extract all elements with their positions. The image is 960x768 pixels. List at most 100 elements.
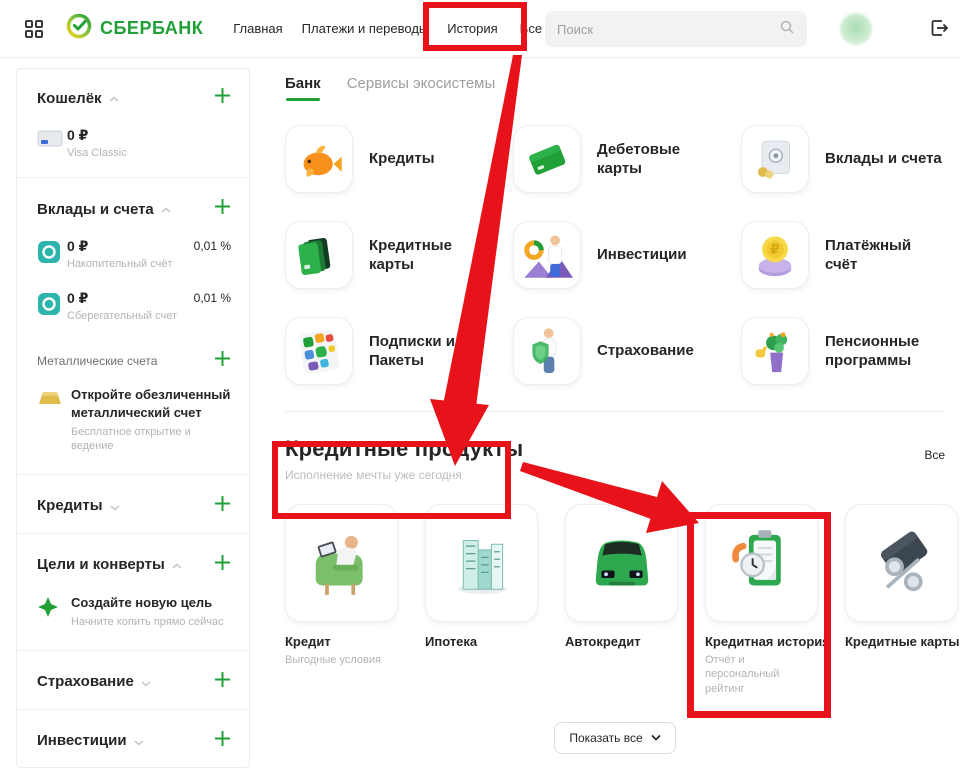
section-insurance-title: Страхование (37, 673, 134, 690)
add-deposit-button[interactable] (214, 198, 231, 220)
add-credit-button[interactable] (214, 495, 231, 517)
divider (17, 650, 249, 651)
section-deposits-title: Вклады и счета (37, 201, 154, 218)
shield-person-icon (513, 317, 581, 385)
account-rate: 0,01 % (194, 290, 231, 322)
section-wallet-title: Кошелёк (37, 90, 102, 107)
credit-history-icon (705, 504, 818, 622)
apps-grid-icon[interactable] (24, 19, 44, 39)
section-goals[interactable]: Цели и конверты (17, 536, 249, 590)
credit-tile-loan[interactable]: Кредит Выгодные условия (285, 504, 398, 696)
divider (17, 533, 249, 534)
new-goal-promo[interactable]: Создайте новую цель Начните копить прямо… (17, 590, 249, 648)
product-tile-debit-cards[interactable]: Дебетовые карты (513, 125, 741, 193)
metal-account-promo[interactable]: Откройте обезличенный металлический счет… (17, 382, 249, 472)
top-header: СБЕРБАНК Главная Платежи и переводы Исто… (0, 0, 960, 58)
product-label: Вклады и счета (825, 149, 942, 169)
product-tile-investments[interactable]: Инвестиции (513, 221, 741, 289)
account-item-sber[interactable]: 0 ₽ Сберегательный счет 0,01 % (17, 286, 249, 338)
credit-products-row: Кредит Выгодные условия Ипотека Автокред… (285, 504, 945, 696)
sberbank-logo[interactable]: СБЕРБАНК (66, 13, 203, 44)
buildings-icon (425, 504, 538, 622)
credit-tile-auto[interactable]: Автокредит (565, 504, 678, 696)
credit-tile-credit-cards[interactable]: Кредитные карты (845, 504, 958, 696)
add-metal-account-button[interactable] (214, 350, 231, 372)
dark-card-percent-icon (845, 504, 958, 622)
product-tile-deposits[interactable]: Вклады и счета (741, 125, 945, 193)
safe-icon (37, 238, 67, 270)
section-divider (285, 411, 945, 412)
credit-tile-label: Кредитные карты (845, 634, 958, 649)
product-label: Кредиты (369, 149, 435, 169)
metal-accounts-label: Металлические счета (37, 354, 157, 368)
add-wallet-button[interactable] (214, 87, 231, 109)
subscriptions-icon (285, 317, 353, 385)
credit-tile-sublabel: Отчёт и персональный рейтинг (705, 653, 818, 696)
nav-item-home[interactable]: Главная (233, 21, 282, 36)
credit-tile-label: Автокредит (565, 634, 678, 649)
sberbank-logo-mark-icon (66, 13, 92, 44)
user-avatar[interactable] (840, 13, 872, 45)
chevron-up-icon (172, 557, 182, 575)
section-investments[interactable]: Инвестиции (17, 712, 249, 766)
flowers-icon (741, 317, 809, 385)
credit-tile-label: Кредитная история (705, 634, 818, 649)
product-label: Кредитные карты (369, 236, 489, 275)
section-deposits[interactable]: Вклады и счета (17, 180, 249, 234)
product-tile-credit-cards[interactable]: Кредитные карты (285, 221, 513, 289)
section-investments-title: Инвестиции (37, 732, 127, 749)
bank-products-grid: Кредиты Дебетовые карты Вклады и счета К… (285, 125, 945, 385)
product-label: Пенсионные программы (825, 332, 945, 371)
section-wallet[interactable]: Кошелёк (17, 69, 249, 123)
product-label: Страхование (597, 341, 694, 361)
accounts-sidebar: Кошелёк 0 ₽ Visa Classic Вклады и счета … (16, 68, 250, 768)
goal-diamond-icon (37, 594, 71, 630)
product-tile-insurance[interactable]: Страхование (513, 317, 741, 385)
section-insurance[interactable]: Страхование (17, 653, 249, 707)
chevron-down-icon (110, 498, 120, 516)
section-credits[interactable]: Кредиты (17, 477, 249, 531)
loan-person-icon (285, 504, 398, 622)
brand-name: СБЕРБАНК (100, 18, 203, 39)
catalog-tabs: Банк Сервисы экосистемы (285, 62, 945, 101)
chevron-down-icon (134, 733, 144, 751)
search-input[interactable] (557, 22, 779, 37)
goal-promo-title: Создайте новую цель (71, 594, 224, 612)
svg-text:₽: ₽ (770, 242, 780, 258)
account-amount: 0 ₽ (67, 290, 177, 307)
credit-products-all-link[interactable]: Все (924, 448, 945, 462)
product-tile-pension[interactable]: Пенсионные программы (741, 317, 945, 385)
divider (17, 177, 249, 178)
product-tile-payment-account[interactable]: ₽ Платёжный счёт (741, 221, 945, 289)
product-label: Инвестиции (597, 245, 687, 265)
nav-item-payments[interactable]: Платежи и переводы (302, 21, 429, 36)
credit-tile-history[interactable]: Кредитная история Отчёт и персональный р… (705, 504, 818, 696)
goal-promo-subtitle: Начните копить прямо сейчас (71, 615, 224, 629)
credit-tile-sublabel: Выгодные условия (285, 653, 398, 667)
product-tile-subscriptions[interactable]: Подписки и Пакеты (285, 317, 513, 385)
wallet-card-item[interactable]: 0 ₽ Visa Classic (17, 123, 249, 175)
search-field (545, 11, 807, 47)
tab-bank[interactable]: Банк (285, 75, 321, 101)
credit-tile-label: Кредит (285, 634, 398, 649)
credit-products-subtitle: Исполнение мечты уже сегодня (285, 468, 523, 482)
metal-promo-subtitle: Бесплатное открытие и ведение (71, 425, 231, 454)
add-goal-button[interactable] (214, 554, 231, 576)
logout-button[interactable] (928, 17, 950, 39)
add-investment-button[interactable] (214, 730, 231, 752)
account-rate: 0,01 % (194, 238, 231, 270)
nav-item-history[interactable]: История (447, 21, 497, 36)
product-label: Подписки и Пакеты (369, 332, 489, 371)
product-label: Дебетовые карты (597, 140, 717, 179)
credit-tile-mortgage[interactable]: Ипотека (425, 504, 538, 696)
investments-icon (513, 221, 581, 289)
show-all-button[interactable]: Показать все (554, 722, 675, 754)
product-tile-credits[interactable]: Кредиты (285, 125, 513, 193)
chevron-down-icon (141, 674, 151, 692)
divider (17, 709, 249, 710)
credit-cards-icon (285, 221, 353, 289)
tab-ecosystem-services[interactable]: Сервисы экосистемы (347, 75, 496, 101)
account-item-savings[interactable]: 0 ₽ Накопительный счёт 0,01 % (17, 234, 249, 286)
add-insurance-button[interactable] (214, 671, 231, 693)
account-name: Сберегательный счет (67, 310, 177, 322)
